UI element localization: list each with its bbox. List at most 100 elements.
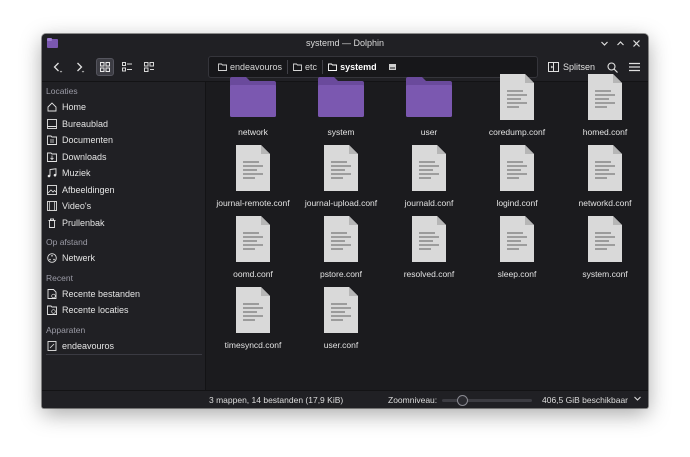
videos-icon <box>46 200 58 212</box>
file-item[interactable]: journal-remote.conf <box>209 143 297 213</box>
forward-icon <box>77 62 85 73</box>
file-item[interactable]: resolved.conf <box>385 214 473 284</box>
item-label: system.conf <box>582 269 628 279</box>
folder-item[interactable]: user <box>385 72 473 142</box>
maximize-icon[interactable] <box>614 36 626 50</box>
zoom-slider-handle[interactable] <box>457 395 468 406</box>
recent-locations-icon <box>46 304 58 316</box>
network-icon <box>46 252 58 264</box>
text-file-icon <box>316 143 366 193</box>
text-file-icon <box>580 214 630 264</box>
drive-icon <box>46 340 58 352</box>
sidebar-item-label: Downloads <box>62 152 107 162</box>
file-item[interactable]: user.conf <box>297 285 385 355</box>
documents-icon <box>46 134 58 146</box>
folder-summary: 3 mappen, 14 bestanden (17,9 KiB) <box>209 395 344 405</box>
minimize-icon[interactable] <box>598 36 610 50</box>
sidebar-item-label: Video's <box>62 201 92 211</box>
sidebar-item-label: Recente bestanden <box>62 289 141 299</box>
file-item[interactable]: networkd.conf <box>561 143 648 213</box>
section-header-devices: Apparaten <box>46 325 86 335</box>
folder-icon <box>218 63 227 71</box>
pictures-icon <box>46 184 58 196</box>
text-file-icon <box>580 72 630 122</box>
details-view-icon <box>144 62 154 72</box>
sidebar-item-home[interactable]: Home <box>46 99 202 115</box>
section-header-recent: Recent <box>46 273 73 283</box>
file-item[interactable]: pstore.conf <box>297 214 385 284</box>
item-label: journald.conf <box>404 198 454 208</box>
forward-button[interactable] <box>70 58 88 76</box>
sidebar-item-label: Recente locaties <box>62 305 129 315</box>
hamburger-menu-icon <box>628 62 640 72</box>
sidebar-item-label: Bureaublad <box>62 119 109 129</box>
text-file-icon <box>404 143 454 193</box>
item-label: homed.conf <box>582 127 628 137</box>
desktop-icon <box>46 118 58 130</box>
text-file-icon <box>316 214 366 264</box>
item-label: resolved.conf <box>403 269 455 279</box>
item-label: network <box>238 127 268 137</box>
item-label: oomd.conf <box>233 269 273 279</box>
close-icon[interactable] <box>630 36 642 50</box>
item-label: journal-remote.conf <box>216 198 290 208</box>
music-icon <box>46 167 58 179</box>
file-item[interactable]: coredump.conf <box>473 72 561 142</box>
sidebar-item-endeavouros[interactable]: endeavouros <box>46 338 202 354</box>
zoom-label: Zoomniveau: <box>388 395 438 405</box>
file-item[interactable]: logind.conf <box>473 143 561 213</box>
sidebar-item-prullenbak[interactable]: Prullenbak <box>46 215 202 231</box>
window-title: systemd — Dolphin <box>305 38 385 48</box>
compact-view-icon <box>122 62 132 72</box>
file-item[interactable]: homed.conf <box>561 72 648 142</box>
text-file-icon <box>228 143 278 193</box>
sidebar-item-muziek[interactable]: Muziek <box>46 165 202 181</box>
back-button[interactable] <box>48 58 66 76</box>
icons-view-icon <box>100 62 110 72</box>
sidebar-item-videos[interactable]: Video's <box>46 198 202 214</box>
file-item[interactable]: sleep.conf <box>473 214 561 284</box>
sidebar-item-bureaublad[interactable]: Bureaublad <box>46 116 202 132</box>
sidebar-item-recente-locaties[interactable]: Recente locaties <box>46 302 202 318</box>
text-file-icon <box>316 285 366 335</box>
sidebar-item-documenten[interactable]: Documenten <box>46 132 202 148</box>
text-file-icon <box>404 214 454 264</box>
folder-item[interactable]: system <box>297 72 385 142</box>
sidebar-item-downloads[interactable]: Downloads <box>46 149 202 165</box>
sidebar-item-label: Documenten <box>62 135 114 145</box>
chevron-down-icon[interactable] <box>633 394 642 405</box>
dolphin-app-icon <box>47 38 58 48</box>
sidebar-item-recente-bestanden[interactable]: Recente bestanden <box>46 286 202 302</box>
text-file-icon <box>492 72 542 122</box>
file-item[interactable]: journal-upload.conf <box>297 143 385 213</box>
sidebar-item-netwerk[interactable]: Netwerk <box>46 250 202 266</box>
item-label: sleep.conf <box>497 269 537 279</box>
sidebar-item-afbeeldingen[interactable]: Afbeeldingen <box>46 182 202 198</box>
item-label: coredump.conf <box>488 127 546 137</box>
sidebar-item-label: Prullenbak <box>62 218 105 228</box>
text-file-icon <box>580 143 630 193</box>
icons-view-button[interactable] <box>96 58 114 76</box>
folder-item[interactable]: network <box>209 72 297 142</box>
file-item[interactable]: journald.conf <box>385 143 473 213</box>
item-label: system <box>327 127 355 137</box>
folder-icon <box>316 72 366 122</box>
text-file-icon <box>228 285 278 335</box>
split-label: Splitsen <box>563 62 596 72</box>
folder-icon <box>404 72 454 122</box>
file-item[interactable]: system.conf <box>561 214 648 284</box>
split-view-icon <box>548 62 559 72</box>
title-bar: systemd — Dolphin <box>42 34 648 52</box>
trash-icon <box>46 217 58 229</box>
breadcrumb-label: systemd <box>340 62 377 72</box>
sidebar-item-label: endeavouros <box>62 341 115 351</box>
file-item[interactable]: timesyncd.conf <box>209 285 297 355</box>
details-view-button[interactable] <box>140 58 158 76</box>
file-item[interactable]: oomd.conf <box>209 214 297 284</box>
zoom-slider[interactable] <box>442 395 532 406</box>
section-header-places: Locaties <box>46 86 78 96</box>
text-file-icon <box>492 214 542 264</box>
item-label: pstore.conf <box>319 269 363 279</box>
sidebar-item-label: Muziek <box>62 168 91 178</box>
compact-view-button[interactable] <box>118 58 136 76</box>
